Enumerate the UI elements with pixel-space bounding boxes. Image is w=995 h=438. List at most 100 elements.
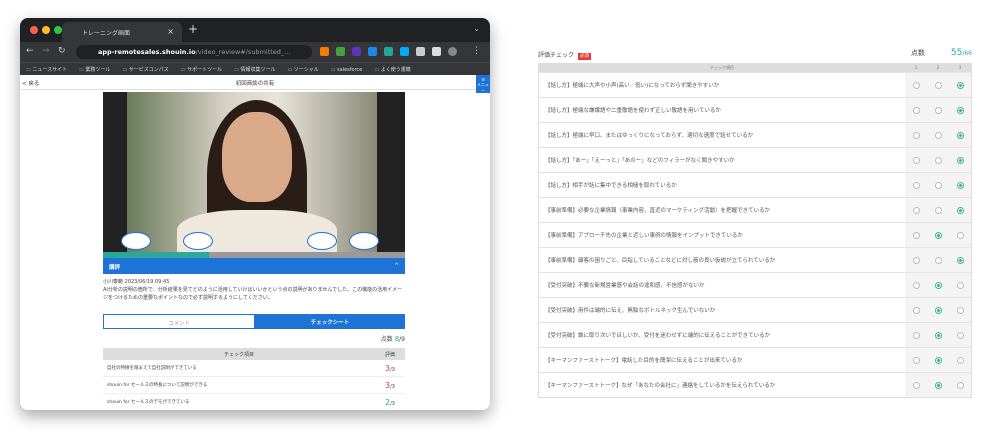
- radio-cell: [927, 373, 949, 397]
- radio-3[interactable]: [956, 181, 964, 189]
- maximize-window-button[interactable]: [54, 26, 62, 34]
- radio-cell: [927, 298, 949, 322]
- comment-marker[interactable]: [349, 232, 379, 250]
- radio-3[interactable]: [956, 131, 964, 139]
- radio-3[interactable]: [956, 331, 964, 339]
- radio-2[interactable]: [934, 131, 942, 139]
- radio-2[interactable]: [934, 381, 942, 389]
- radio-1[interactable]: [912, 156, 920, 164]
- bookmark-folder[interactable]: salesforce: [331, 67, 363, 73]
- radio-cell: [905, 98, 927, 122]
- header-item: チェック項目: [223, 352, 254, 358]
- extension-icon[interactable]: [400, 47, 409, 56]
- bookmark-folder[interactable]: サービスコンパス: [122, 67, 168, 73]
- bookmark-folder[interactable]: ソーシャル: [287, 67, 318, 73]
- back-link[interactable]: < 戻る: [22, 79, 39, 87]
- extension-icon[interactable]: [336, 47, 345, 56]
- radio-1[interactable]: [912, 281, 920, 289]
- url-input[interactable]: app-remotesales.shouin.io/video_review#/…: [76, 45, 312, 59]
- bookmark-folder[interactable]: サポートツール: [181, 67, 222, 73]
- tab-checksheet[interactable]: チェックシート: [255, 314, 405, 329]
- radio-2[interactable]: [934, 81, 942, 89]
- extension-icon[interactable]: [368, 47, 377, 56]
- radio-2[interactable]: [934, 356, 942, 364]
- radio-3[interactable]: [956, 156, 964, 164]
- radio-cell: [927, 173, 949, 197]
- radio-cell: [949, 173, 971, 197]
- radio-2[interactable]: [934, 306, 942, 314]
- radio-3[interactable]: [956, 231, 964, 239]
- bookmark-folder[interactable]: 業務ツール: [79, 67, 110, 73]
- radio-1[interactable]: [912, 131, 920, 139]
- evaluation-panel: 評価チェック 必須 点数 55/66 チェック項目 1 2 3 【話し方】極端に大声や小声…: [538, 48, 972, 398]
- radio-3[interactable]: [956, 81, 964, 89]
- radio-3[interactable]: [956, 381, 964, 389]
- radio-cell: [905, 348, 927, 372]
- radio-1[interactable]: [912, 381, 920, 389]
- comment-marker[interactable]: [307, 232, 337, 250]
- radio-cell: [905, 123, 927, 147]
- radio-2[interactable]: [934, 281, 942, 289]
- new-tab-button[interactable]: +: [188, 22, 198, 36]
- required-badge: 必須: [578, 53, 592, 60]
- radio-2[interactable]: [934, 231, 942, 239]
- radio-cell: [905, 198, 927, 222]
- radio-1[interactable]: [912, 106, 920, 114]
- extension-icon[interactable]: [352, 47, 361, 56]
- bookmark-folder[interactable]: よく使う書籍: [374, 67, 410, 73]
- reload-icon[interactable]: ↻: [58, 46, 66, 56]
- puzzle-icon[interactable]: [416, 47, 425, 56]
- evaluation-row: 【話し方】極端に大声や小声(高い／低い)になっておらず聞きやすいか: [539, 72, 971, 97]
- comment-marker[interactable]: [183, 232, 213, 250]
- forward-icon[interactable]: →: [42, 46, 50, 56]
- radio-cell: [949, 123, 971, 147]
- radio-1[interactable]: [912, 256, 920, 264]
- radio-2[interactable]: [934, 256, 942, 264]
- bookmark-folder[interactable]: 情報収集ツール: [234, 67, 275, 73]
- tab-search-icon[interactable]: ⌄: [473, 24, 480, 33]
- radio-3[interactable]: [956, 356, 964, 364]
- radio-2[interactable]: [934, 181, 942, 189]
- side-panel-icon[interactable]: [432, 47, 441, 56]
- radio-3[interactable]: [956, 306, 964, 314]
- rating-max: /3: [390, 400, 395, 407]
- close-window-button[interactable]: [30, 26, 38, 34]
- radio-1[interactable]: [912, 306, 920, 314]
- avatar[interactable]: [448, 47, 457, 56]
- evaluation-item: 【受付突破】誰に取り次いでほしいか、受付を迷わせずに端的に伝えることができている…: [545, 333, 771, 339]
- radio-2[interactable]: [934, 106, 942, 114]
- radio-1[interactable]: [912, 206, 920, 214]
- close-tab-icon[interactable]: ×: [167, 27, 174, 36]
- radio-1[interactable]: [912, 231, 920, 239]
- radio-2[interactable]: [934, 331, 942, 339]
- rating-max: /3: [390, 366, 395, 373]
- review-header[interactable]: 講評 ^: [103, 258, 405, 274]
- extension-icon[interactable]: [320, 47, 329, 56]
- browser-tab[interactable]: トレーニング画面 ×: [62, 22, 182, 42]
- radio-1[interactable]: [912, 81, 920, 89]
- radio-cell: [905, 148, 927, 172]
- radio-3[interactable]: [956, 106, 964, 114]
- radio-2[interactable]: [934, 156, 942, 164]
- radio-3[interactable]: [956, 256, 964, 264]
- radio-cell: [927, 223, 949, 247]
- menu-button[interactable]: ☰ メニュー: [476, 75, 490, 93]
- radio-3[interactable]: [956, 281, 964, 289]
- evaluation-row: 【受付突破】用件は端的に伝え、無駄なボトルネック生んでいないか: [539, 297, 971, 322]
- tab-comment[interactable]: コメント: [103, 314, 255, 329]
- radio-3[interactable]: [956, 206, 964, 214]
- more-icon[interactable]: ⋮: [472, 46, 481, 56]
- minimize-window-button[interactable]: [42, 26, 50, 34]
- evaluation-row: 【キーマンファーストトーク】電話した目的を簡潔に伝えることが出来ているか: [539, 347, 971, 372]
- comment-marker[interactable]: [121, 232, 151, 250]
- bookmark-folder[interactable]: ニュースサイト: [26, 67, 67, 73]
- radio-1[interactable]: [912, 356, 920, 364]
- extension-icon[interactable]: [384, 47, 393, 56]
- back-icon[interactable]: ←: [26, 46, 34, 56]
- score-value: 55: [950, 48, 963, 58]
- radio-1[interactable]: [912, 331, 920, 339]
- collapse-icon[interactable]: ^: [394, 263, 399, 269]
- radio-2[interactable]: [934, 206, 942, 214]
- video-player[interactable]: [103, 92, 405, 258]
- radio-1[interactable]: [912, 181, 920, 189]
